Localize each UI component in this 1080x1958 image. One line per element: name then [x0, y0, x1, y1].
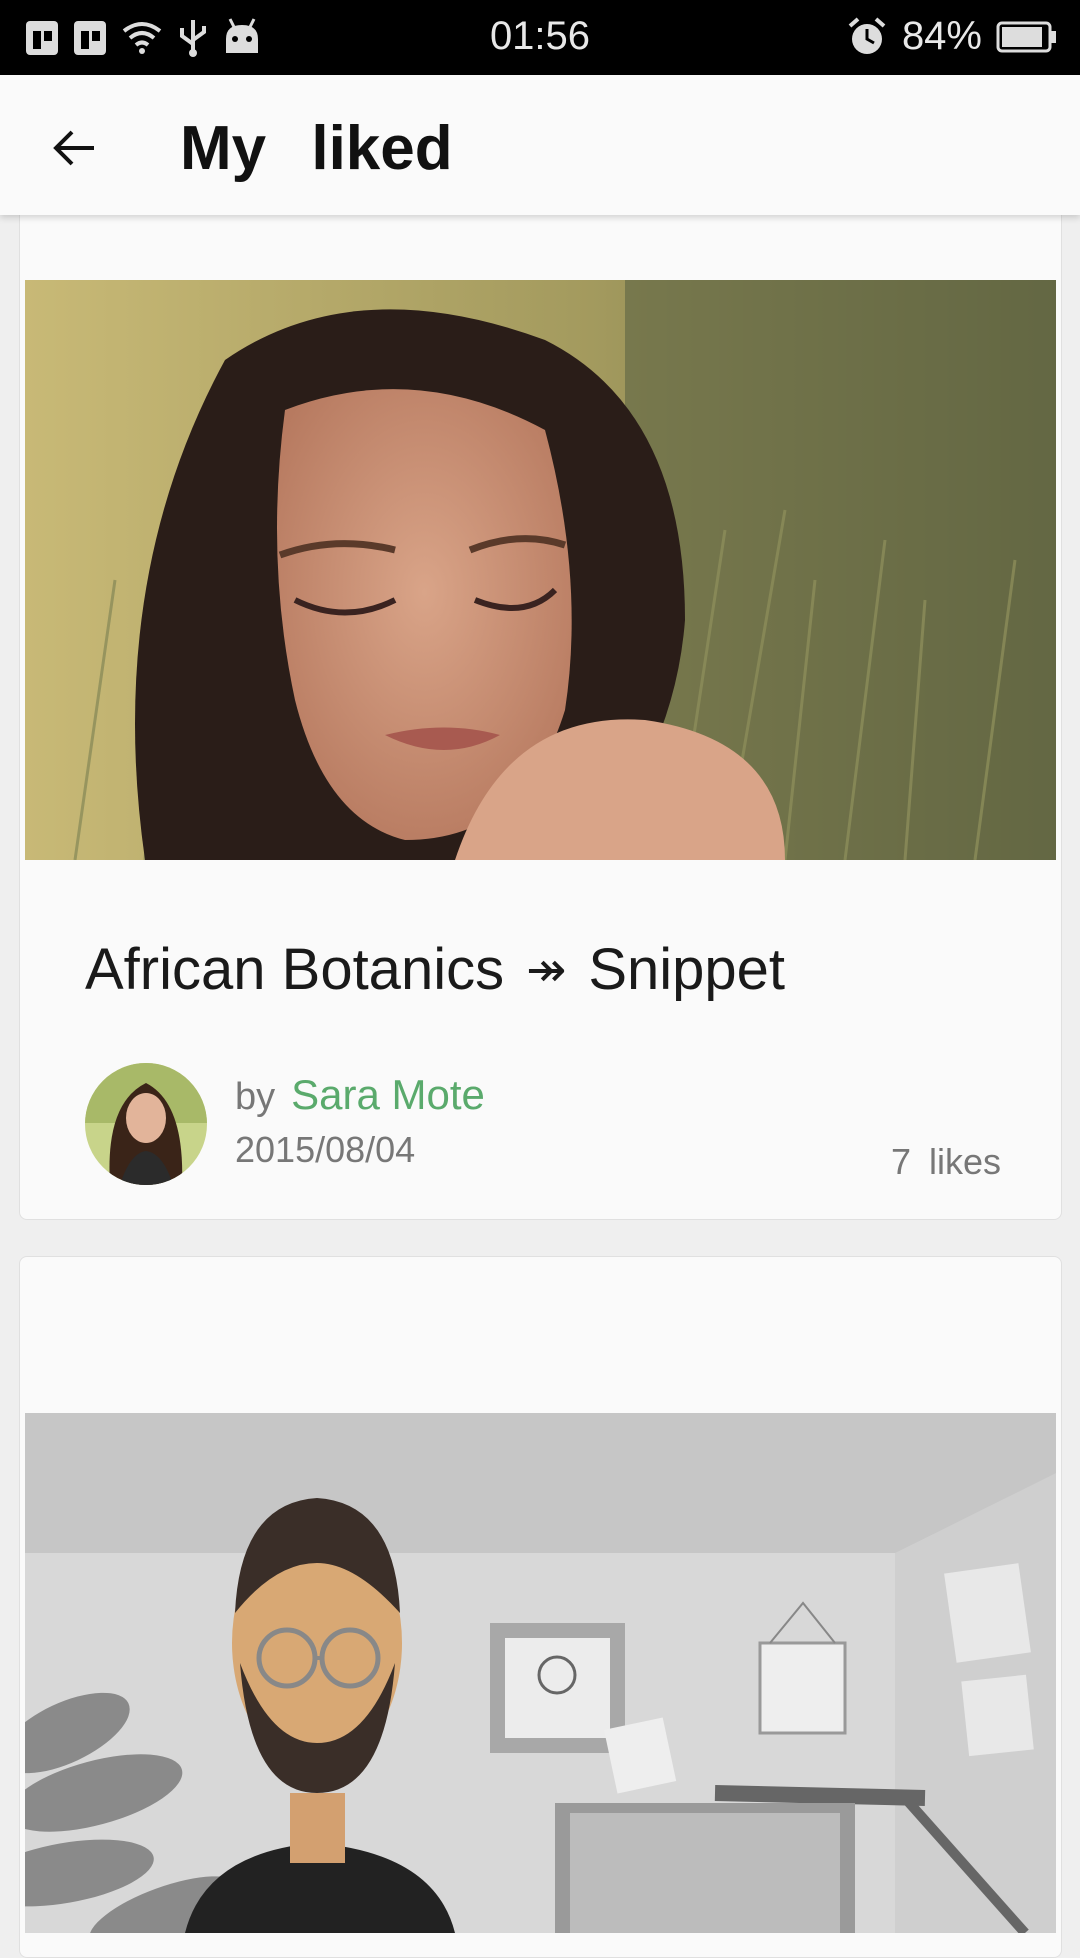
- page-title: My liked: [180, 114, 453, 183]
- author-name-link[interactable]: Sara Mote: [291, 1071, 485, 1119]
- card-cover-image[interactable]: [25, 280, 1056, 861]
- post-date: 2015/08/04: [235, 1129, 416, 1170]
- alarm-icon: [848, 16, 886, 54]
- back-button[interactable]: [40, 113, 110, 183]
- status-bar: 01:56 84%: [0, 0, 1080, 75]
- status-icons-right: 84%: [846, 14, 1058, 59]
- card-cover-image[interactable]: [20, 1413, 1056, 1950]
- battery-level: 84%: [901, 14, 982, 58]
- arrow-left-icon: [53, 130, 94, 166]
- liked-card[interactable]: [19, 1256, 1062, 1958]
- illustration-image: [20, 1413, 1056, 1950]
- by-label: by: [235, 1076, 276, 1118]
- avatar-image: [85, 1063, 207, 1185]
- liked-card[interactable]: African Botanics ↠ Snippet by Sara Mote …: [19, 190, 1062, 1220]
- double-arrow-icon: ↠: [526, 943, 567, 997]
- card-title-main: African Botanics: [85, 937, 505, 1002]
- likes-count: 7 likes: [890, 1141, 1001, 1182]
- card-title-sub: Snippet: [588, 937, 786, 1002]
- card-title[interactable]: African Botanics ↠ Snippet: [85, 936, 785, 1003]
- portrait-photo: [25, 280, 1056, 861]
- app-bar: My liked: [0, 75, 1080, 215]
- author-avatar[interactable]: [85, 1063, 207, 1185]
- byline: by Sara Mote: [235, 1071, 485, 1119]
- battery-icon: [996, 21, 1056, 52]
